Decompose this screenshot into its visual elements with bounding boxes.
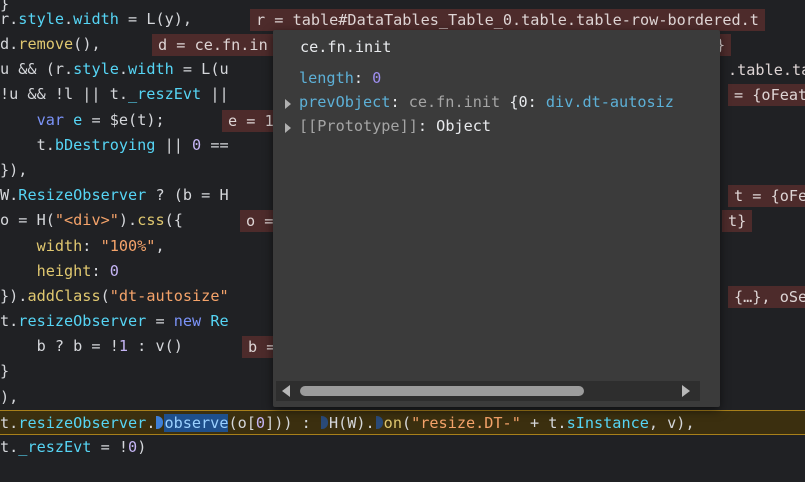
property-brace: {0: — [509, 93, 546, 111]
object-preview-popover[interactable]: ce.fn.init length: 0 prevObject: ce.fn.i… — [273, 30, 720, 407]
inline-value-annotation: .table.ta — [728, 61, 805, 79]
property-key: prevObject — [299, 93, 391, 111]
breakpoint-marker-icon[interactable] — [156, 416, 164, 429]
code-line: t._reszEvt = !0) — [0, 438, 147, 456]
breakpoint-marker-icon[interactable] — [375, 416, 383, 429]
property-prototype[interactable]: [[Prototype]]: Object — [299, 117, 491, 135]
inline-value-annotation: r = table#DataTables_Table_0.table.table… — [250, 9, 765, 31]
property-key: [[Prototype]] — [299, 117, 418, 135]
breakpoint-marker-icon[interactable] — [320, 416, 328, 429]
property-type: ce.fn.init — [408, 93, 501, 111]
popover-title: ce.fn.init — [300, 38, 392, 56]
expand-arrow-icon[interactable] — [285, 123, 291, 133]
inline-value-annotation: {…}, oSe — [728, 286, 805, 308]
selected-token[interactable]: observe — [164, 414, 229, 432]
scroll-left-arrow-icon[interactable] — [282, 385, 290, 397]
property-prevObject[interactable]: prevObject: ce.fn.init {0: div.dt-autosi… — [299, 93, 674, 111]
inline-value-annotation: = {oFeat — [728, 84, 805, 106]
property-key: length — [299, 69, 354, 87]
scroll-right-arrow-icon[interactable] — [682, 385, 690, 397]
code-editor: } r.style.width = L(y), d.remove(), u &&… — [0, 0, 805, 482]
scrollbar-thumb[interactable] — [300, 386, 584, 396]
inline-value-annotation: d = ce.fn.in — [152, 34, 274, 56]
property-length: length: 0 — [299, 69, 382, 87]
horizontal-scrollbar[interactable] — [276, 381, 700, 401]
property-value: div.dt-autosiz — [545, 93, 674, 111]
inline-value-annotation: e = 1 — [222, 110, 280, 132]
inline-value-annotation: t = {oFe — [728, 185, 805, 207]
expand-arrow-icon[interactable] — [285, 99, 291, 109]
current-execution-line[interactable]: t.resizeObserver. observe(o[0])) : H(W). o… — [0, 410, 805, 435]
property-value: 0 — [372, 69, 382, 87]
inline-value-annotation: t} — [722, 210, 753, 232]
property-value: Object — [436, 117, 492, 135]
